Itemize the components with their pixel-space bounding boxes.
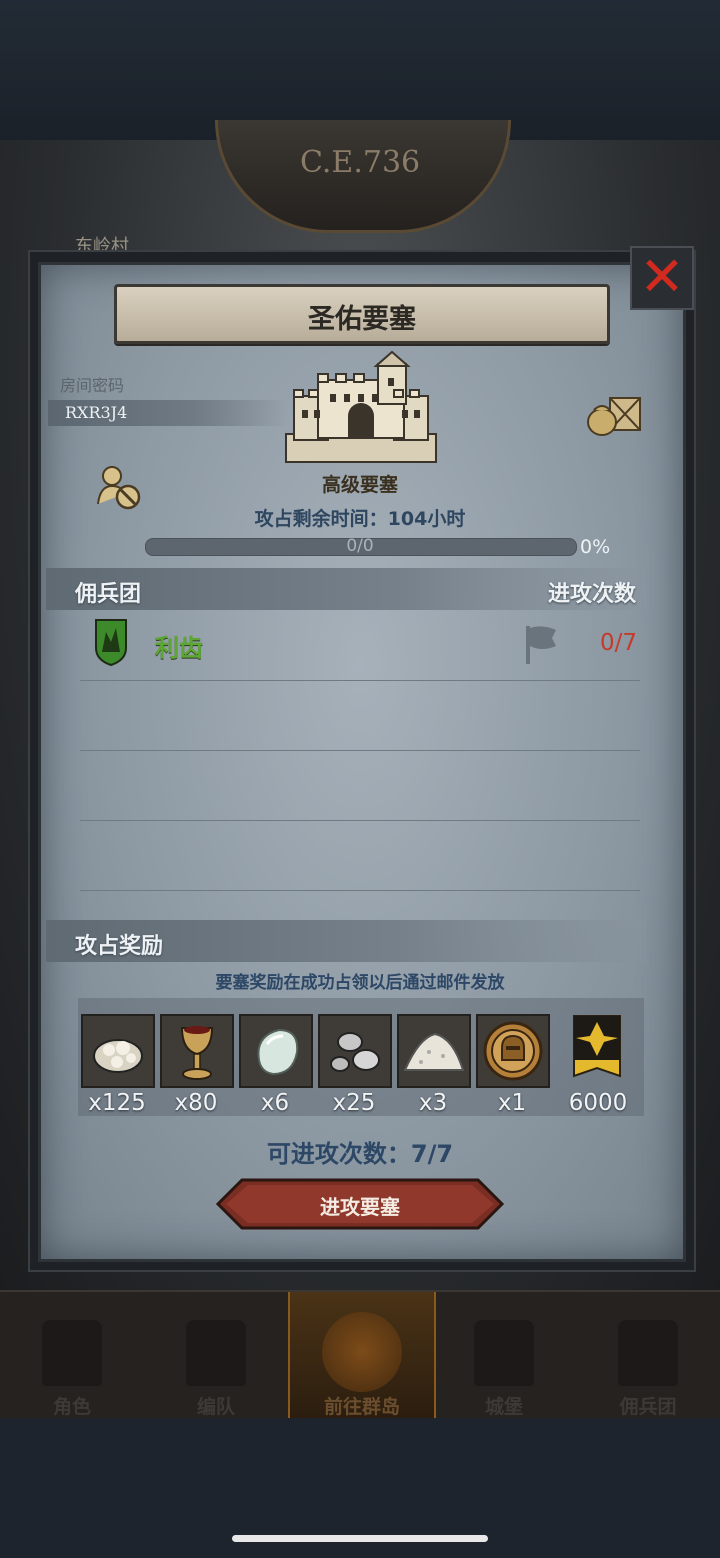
row-divider (80, 680, 640, 681)
nav-mercenaries[interactable]: 佣兵团 (576, 1292, 720, 1420)
reward-item[interactable]: 6000 (562, 1014, 634, 1116)
salt-pile-icon (403, 1032, 465, 1071)
rewards-header: 攻占奖励 (75, 934, 164, 959)
mercenary-header: 佣兵团 (75, 582, 142, 607)
progress-count: 0/0 (346, 536, 374, 556)
supply-crate-icon[interactable] (584, 392, 644, 438)
attack-fortress-button[interactable]: 进攻要塞 (215, 1178, 505, 1230)
attack-count-header: 进攻次数 (548, 582, 637, 607)
nav-islands[interactable]: 前往群岛 (288, 1292, 436, 1420)
guild-name[interactable]: 利齿 (155, 628, 203, 663)
attack-button-label: 进攻要塞 (320, 1195, 400, 1219)
bottom-navigation: 角色 编队 前往群岛 城堡 佣兵团 (0, 1290, 720, 1420)
reward-qty: x1 (497, 1090, 527, 1116)
row-divider (80, 890, 640, 891)
reward-item[interactable]: x80 (160, 1014, 234, 1116)
reward-item[interactable]: x25 (318, 1014, 392, 1116)
guild-attack-count: 0/7 (600, 630, 638, 656)
reward-qty: 6000 (568, 1090, 628, 1116)
nav-label: 角色 (52, 1396, 91, 1418)
close-icon: ✕ (639, 245, 685, 308)
room-code-label: 房间密码 (60, 376, 125, 395)
row-divider (80, 820, 640, 821)
nav-formation[interactable]: 编队 (144, 1292, 288, 1420)
castle-nav-icon (474, 1320, 534, 1386)
moonstone-icon (257, 1028, 299, 1076)
nav-character[interactable]: 角色 (0, 1292, 144, 1420)
guild-shield-icon (95, 619, 127, 666)
knight-helmet-medal-icon (483, 1021, 543, 1081)
reward-item[interactable]: x125 (81, 1014, 155, 1116)
progress-percent: 0% (580, 536, 611, 558)
dialog-title: 圣佑要塞 (308, 304, 416, 335)
room-code-value[interactable]: RXR3J4 (65, 403, 127, 422)
nav-label: 前往群岛 (323, 1396, 400, 1418)
guild-banner-icon (573, 1015, 621, 1078)
status-bar-area (0, 0, 720, 140)
nav-castle[interactable]: 城堡 (432, 1292, 576, 1420)
reward-item[interactable]: x1 (476, 1014, 550, 1116)
calendar-date: C.E.736 (300, 145, 421, 180)
castle-icon (285, 350, 437, 463)
close-button[interactable]: ✕ (630, 246, 694, 310)
title-banner: 圣佑要塞 (114, 284, 610, 344)
helmet-icon (186, 1320, 246, 1386)
row-divider (80, 750, 640, 751)
no-visitors-icon[interactable] (96, 464, 142, 510)
goblet-icon (180, 1026, 214, 1080)
silver-ore-icon (93, 1039, 143, 1073)
knight-icon (42, 1320, 102, 1386)
nav-label: 编队 (196, 1396, 235, 1418)
flag-icon (526, 626, 556, 664)
fort-level: 高级要塞 (321, 474, 398, 496)
ship-icon (618, 1320, 678, 1386)
home-indicator[interactable] (232, 1535, 488, 1542)
silver-pearls-icon (330, 1032, 380, 1072)
reward-item[interactable]: x6 (239, 1014, 313, 1116)
compass-icon (322, 1312, 402, 1392)
rewards-note: 要塞奖励在成功占领以后通过邮件发放 (215, 973, 505, 993)
attacks-available: 可进攻次数：7/7 (266, 1140, 454, 1168)
nav-label: 佣兵团 (619, 1396, 677, 1418)
nav-label: 城堡 (484, 1396, 523, 1418)
reward-item[interactable]: x3 (397, 1014, 471, 1116)
time-left: 攻占剩余时间：104小时 (254, 508, 466, 530)
